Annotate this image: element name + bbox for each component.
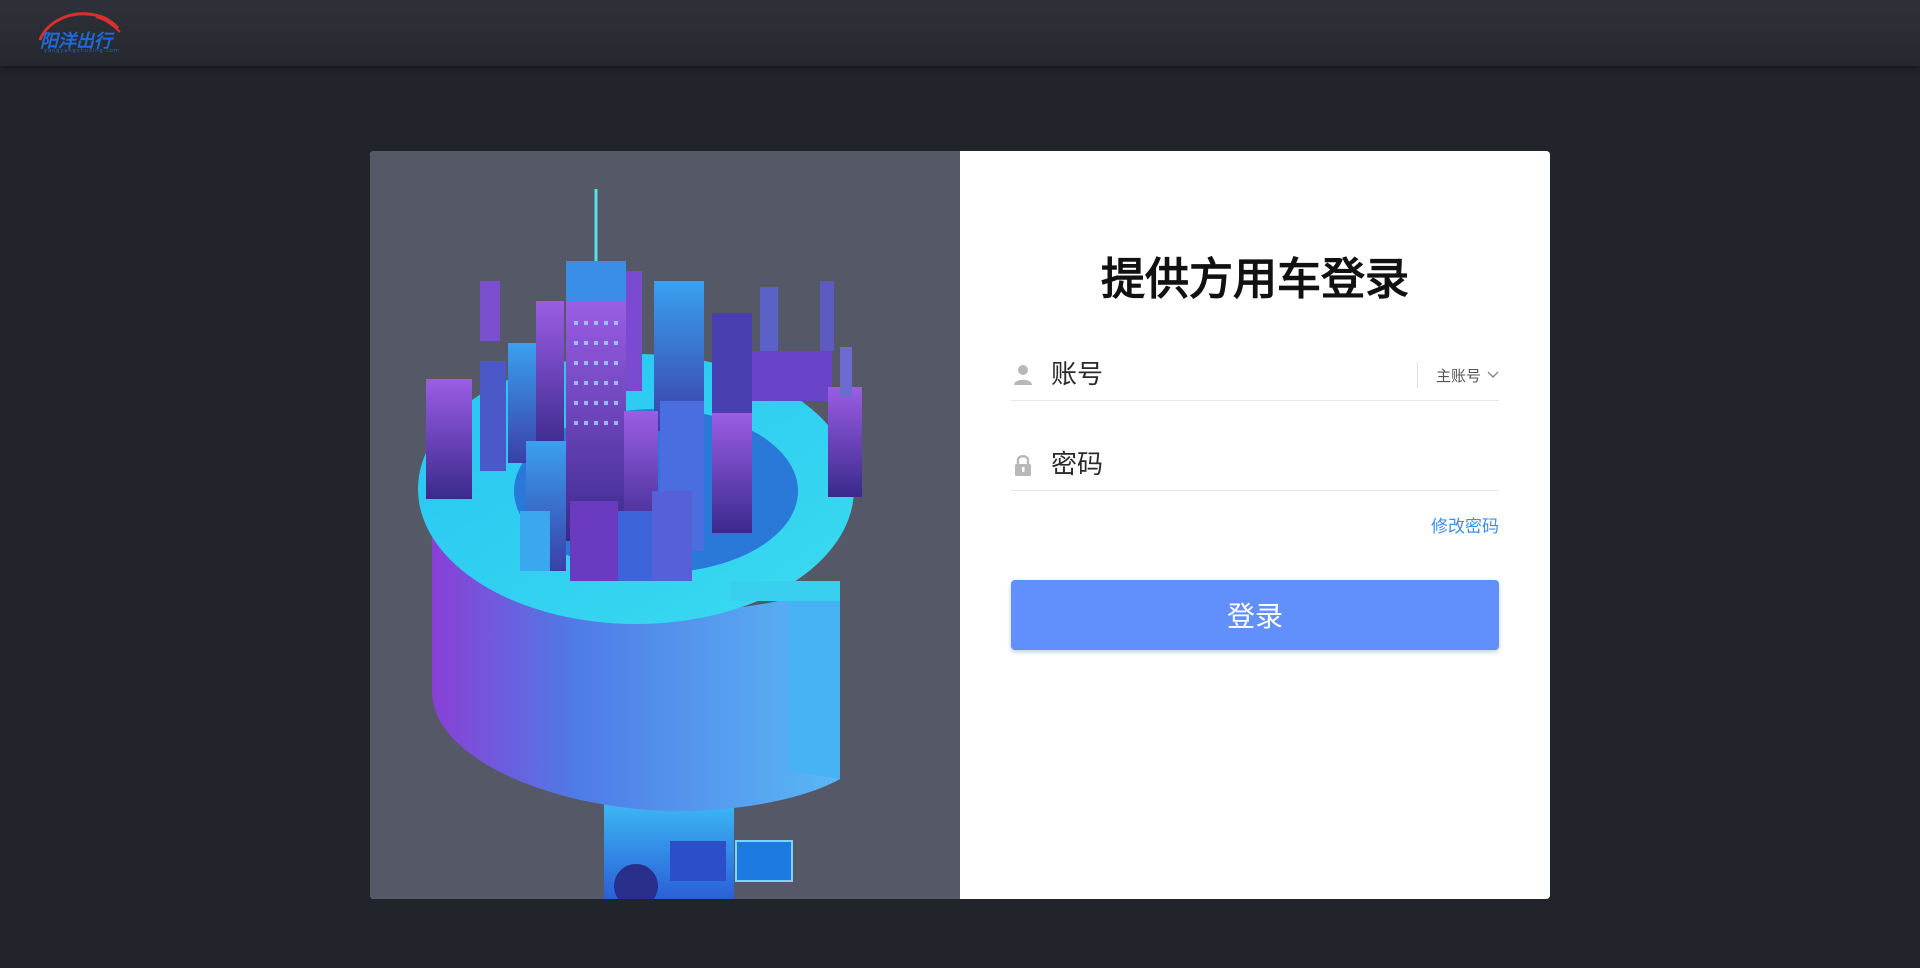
change-password-link[interactable]: 修改密码 bbox=[1431, 512, 1499, 537]
logo-subtext: yangyangchuxing.com bbox=[44, 48, 120, 54]
brand-logo[interactable]: 阳洋出行 yangyangchuxing.com bbox=[36, 10, 126, 56]
isometric-city-image bbox=[418, 189, 862, 899]
top-bar: 阳洋出行 yangyangchuxing.com bbox=[0, 0, 1920, 66]
account-type-dropdown[interactable]: 主账号 bbox=[1416, 362, 1499, 388]
login-button[interactable]: 登录 bbox=[1011, 580, 1499, 650]
password-field bbox=[1011, 440, 1499, 491]
account-type-label: 主账号 bbox=[1435, 366, 1481, 385]
login-card: 提供方用车登录 主账号 bbox=[370, 151, 1550, 899]
user-icon bbox=[1013, 364, 1033, 386]
account-field: 主账号 bbox=[1011, 350, 1499, 401]
login-form-panel: 提供方用车登录 主账号 bbox=[960, 151, 1550, 899]
login-title: 提供方用车登录 bbox=[1101, 254, 1409, 305]
city-illustration bbox=[370, 151, 960, 899]
lock-icon bbox=[1013, 454, 1033, 476]
password-input[interactable] bbox=[1051, 448, 1391, 482]
chevron-down-icon bbox=[1487, 371, 1499, 378]
account-input[interactable] bbox=[1051, 358, 1391, 392]
